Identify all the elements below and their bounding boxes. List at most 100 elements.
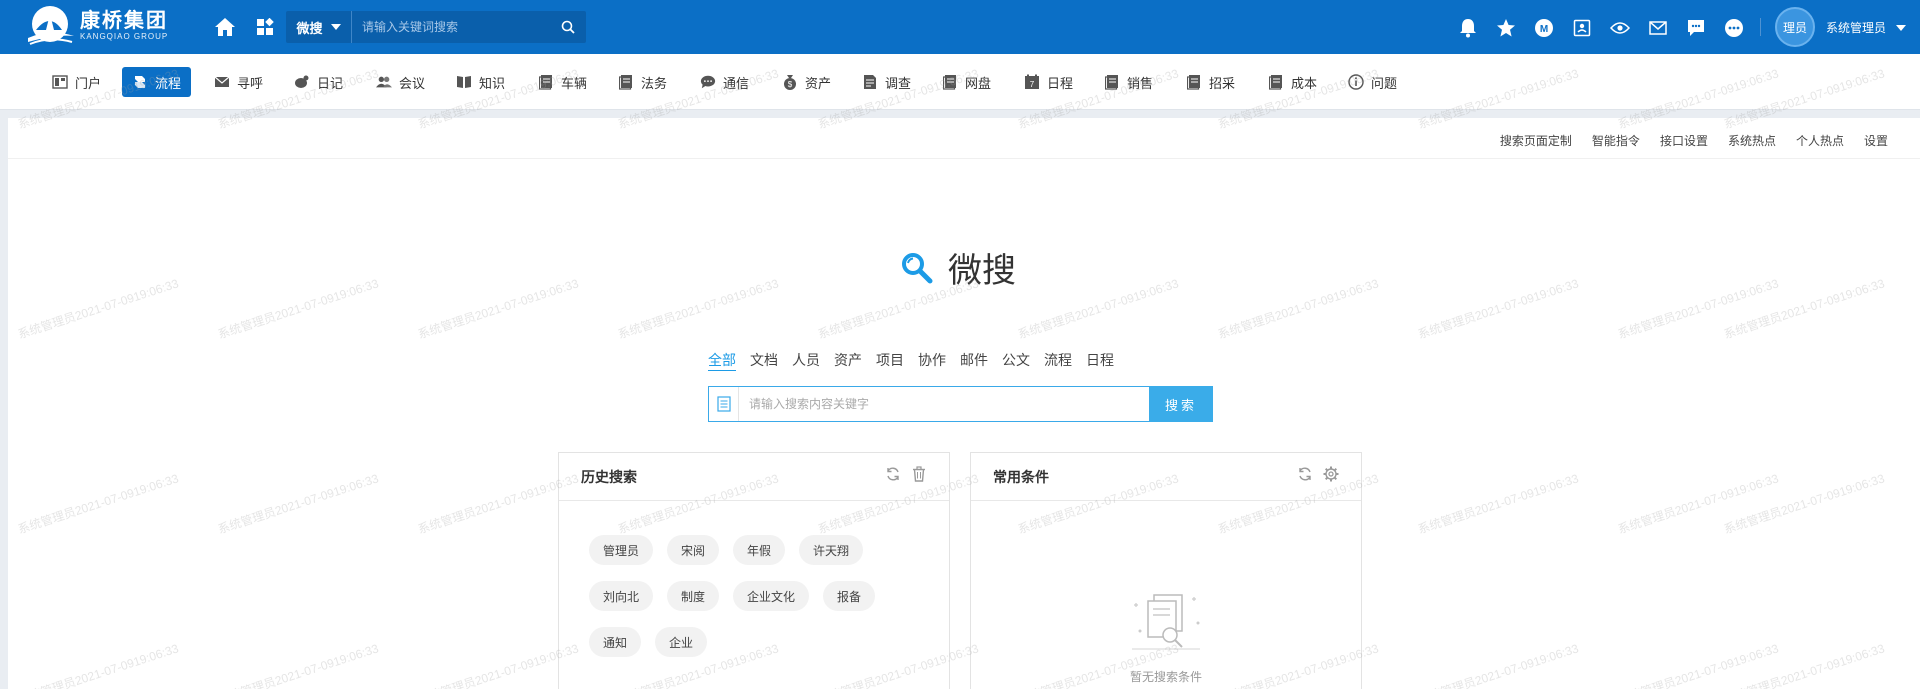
search-scope-select[interactable]: 微搜 (286, 11, 352, 43)
nav-item-sales[interactable]: 销售 (1094, 67, 1163, 97)
portal-icon (52, 74, 68, 90)
history-tag[interactable]: 管理员 (589, 535, 654, 565)
nav-item-flow[interactable]: 流程 (122, 67, 192, 97)
nav-item-survey[interactable]: 调查 (852, 67, 921, 97)
question-icon (1348, 74, 1364, 90)
tab-projects[interactable]: 项目 (876, 350, 904, 371)
asset-icon: $ (782, 74, 798, 90)
empty-text: 暂无搜索条件 (1129, 670, 1202, 684)
calendar-icon: 7 (1024, 74, 1040, 90)
history-tag[interactable]: 制度 (667, 581, 720, 611)
book-icon (456, 74, 472, 90)
nav-item-diary[interactable]: 日记 (284, 67, 353, 97)
m-badge-icon[interactable]: M (1532, 16, 1556, 40)
disk-icon (942, 74, 958, 90)
nav-item-knowledge[interactable]: 知识 (446, 67, 515, 97)
history-title: 历史搜索 (581, 468, 637, 485)
nav-item-page[interactable]: 寻呼 (204, 67, 273, 97)
tab-people[interactable]: 人员 (792, 350, 820, 371)
username[interactable]: 系统管理员 (1826, 19, 1886, 36)
tab-schedule[interactable]: 日程 (1086, 350, 1114, 371)
purchase-icon (1186, 74, 1202, 90)
tab-all[interactable]: 全部 (708, 350, 736, 371)
svg-text:M: M (1540, 24, 1548, 35)
nav-item-disk[interactable]: 网盘 (932, 67, 1001, 97)
history-tags: 管理员 宋阅 年假 许天翔 刘向北 制度 企业文化 报备 通知 企业 (589, 535, 929, 657)
header-search: 微搜 (286, 11, 586, 43)
cost-icon (1268, 74, 1284, 90)
survey-icon (862, 74, 878, 90)
history-tag[interactable]: 企业 (655, 627, 708, 657)
nav-item-meeting[interactable]: 会议 (366, 67, 435, 97)
page-title-text: 微搜 (948, 251, 1016, 291)
tab-official-docs[interactable]: 公文 (1002, 350, 1030, 371)
divider (8, 158, 1920, 159)
bell-icon[interactable] (1456, 16, 1480, 40)
brand-logo[interactable]: 康桥集团 KANGQIAO GROUP (26, 4, 176, 48)
link-smart-command[interactable]: 智能指令 (1592, 132, 1640, 149)
nav-item-legal[interactable]: 法务 (608, 67, 677, 97)
history-tag[interactable]: 宋阅 (667, 535, 720, 565)
history-tag[interactable]: 刘向北 (589, 581, 654, 611)
envelope-icon (214, 74, 230, 90)
sales-icon (1104, 74, 1120, 90)
header-toolbar: M (1456, 16, 1746, 40)
history-tag[interactable]: 年假 (733, 535, 786, 565)
avatar[interactable]: 理员 (1775, 7, 1815, 47)
link-personal-hot[interactable]: 个人热点 (1796, 132, 1844, 149)
refresh-icon[interactable] (885, 466, 901, 487)
tab-flow[interactable]: 流程 (1044, 350, 1072, 371)
tab-assets[interactable]: 资产 (834, 350, 862, 371)
eye-icon[interactable] (1608, 16, 1632, 40)
nav-item-question[interactable]: 问题 (1338, 67, 1407, 97)
more-icon[interactable] (1722, 16, 1746, 40)
tab-collab[interactable]: 协作 (918, 350, 946, 371)
nav-item-purchase[interactable]: 招采 (1176, 67, 1245, 97)
module-nav: 门户 流程 寻呼 日记 会议 知识 车辆 法务 通信 $ 资产 调查 网盘 7 … (0, 54, 1920, 110)
meeting-icon (376, 74, 392, 90)
magnifier-icon (902, 252, 933, 283)
link-interface-settings[interactable]: 接口设置 (1660, 132, 1708, 149)
history-tag[interactable]: 通知 (589, 627, 642, 657)
empty-documents-icon (1132, 594, 1200, 650)
refresh-icon[interactable] (1297, 466, 1313, 487)
svg-text:7: 7 (1030, 80, 1035, 89)
user-menu-chevron-icon[interactable] (1896, 25, 1906, 31)
flow-icon (132, 74, 148, 90)
header-search-input[interactable] (352, 11, 550, 43)
mail-icon[interactable] (1646, 16, 1670, 40)
header-divider (1760, 18, 1761, 36)
nav-item-schedule[interactable]: 7 日程 (1014, 67, 1083, 97)
main-search-input[interactable] (739, 388, 1149, 420)
sub-toolbar: 搜索页面定制 智能指令 接口设置 系统热点 个人热点 设置 (1500, 132, 1888, 149)
link-system-hot[interactable]: 系统热点 (1728, 132, 1776, 149)
nav-item-comm[interactable]: 通信 (690, 67, 759, 97)
search-icon[interactable] (550, 20, 586, 34)
trash-icon[interactable] (911, 466, 927, 487)
apps-grid-icon[interactable] (252, 14, 278, 40)
star-icon[interactable] (1494, 16, 1518, 40)
search-button[interactable]: 搜索 (1149, 386, 1213, 422)
document-icon (709, 387, 739, 421)
history-tag[interactable]: 企业文化 (733, 581, 810, 611)
comm-icon (700, 74, 716, 90)
link-search-page-custom[interactable]: 搜索页面定制 (1500, 132, 1572, 149)
chevron-down-icon (330, 24, 341, 30)
legal-icon (618, 74, 634, 90)
chat-icon[interactable] (1684, 16, 1708, 40)
nav-item-cost[interactable]: 成本 (1258, 67, 1327, 97)
history-tag[interactable]: 报备 (823, 581, 876, 611)
nav-item-vehicle[interactable]: 车辆 (528, 67, 597, 97)
home-icon[interactable] (212, 14, 238, 40)
top-bar: 康桥集团 KANGQIAO GROUP 微搜 M 理员 系统管理员 (0, 0, 1920, 54)
link-settings[interactable]: 设置 (1864, 132, 1888, 149)
content-panel: 搜索页面定制 智能指令 接口设置 系统热点 个人热点 设置 微搜 全部 文档 人… (8, 118, 1920, 689)
gear-icon[interactable] (1323, 466, 1339, 487)
tab-docs[interactable]: 文档 (750, 350, 778, 371)
nav-item-asset[interactable]: $ 资产 (772, 67, 841, 97)
history-tag[interactable]: 许天翔 (799, 535, 864, 565)
contact-card-icon[interactable] (1570, 16, 1594, 40)
common-conditions-card: 常用条件 暂无搜索条件 (970, 452, 1362, 689)
tab-mail[interactable]: 邮件 (960, 350, 988, 371)
nav-item-portal[interactable]: 门户 (42, 67, 111, 97)
